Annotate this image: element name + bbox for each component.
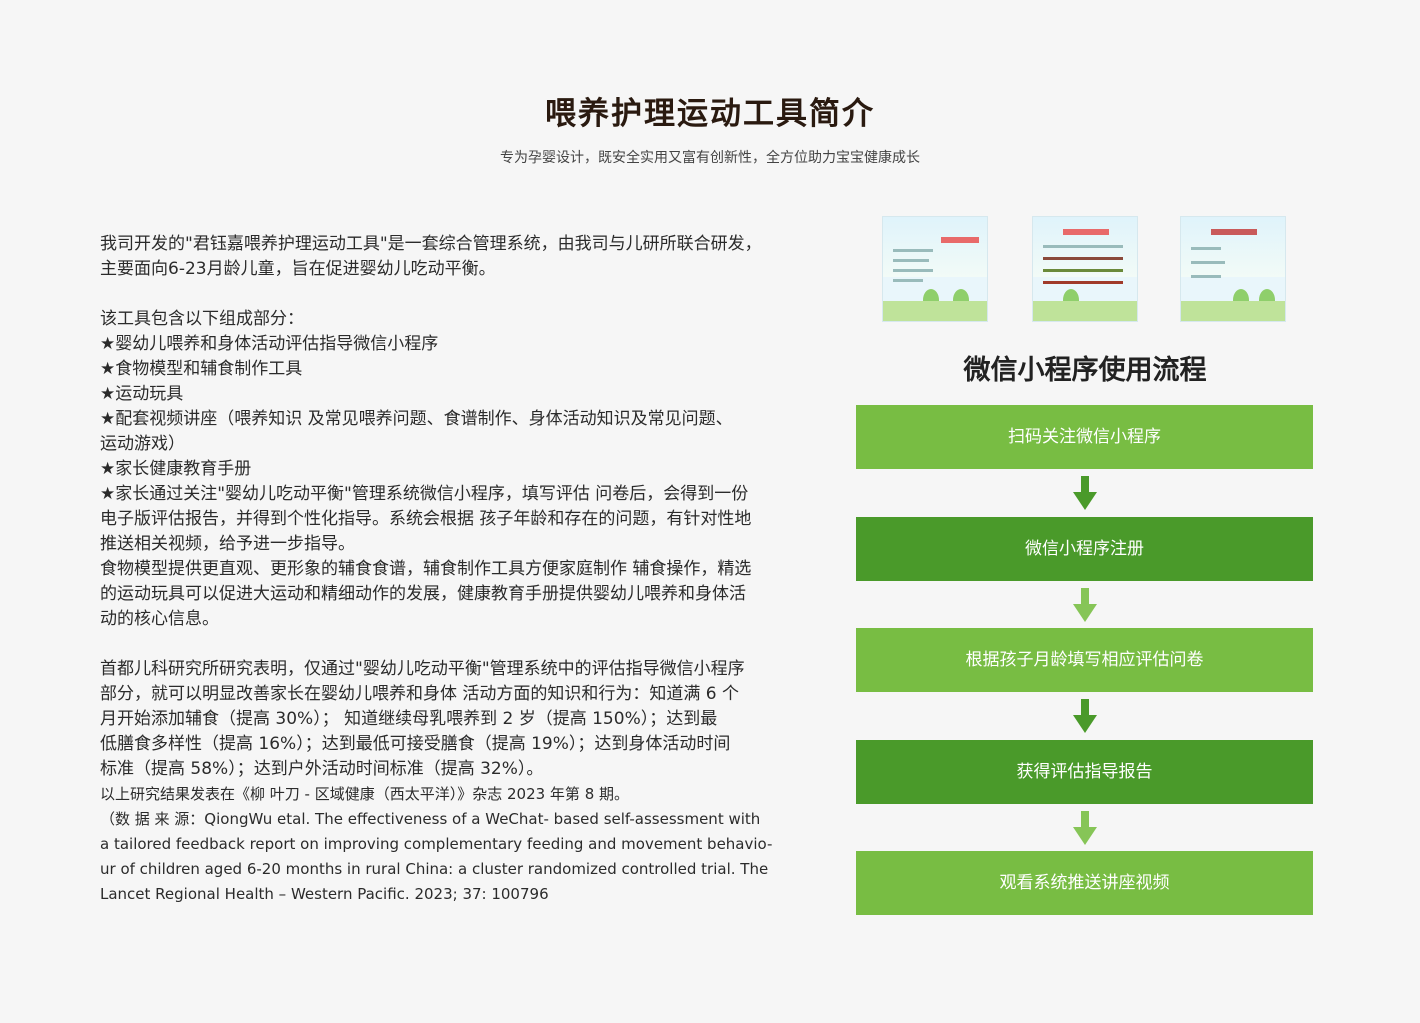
arrow-down-icon	[1073, 699, 1097, 733]
thumbnail-image	[1180, 216, 1286, 322]
intro-line: 我司开发的"君钰嘉喂养护理运动工具"是一套综合管理系统，由我司与儿研所联合研发，	[100, 234, 762, 254]
source-line: Lancet Regional Health – Western Pacific…	[100, 885, 549, 903]
component-item: ★配套视频讲座（喂养知识 及常见喂养问题、食谱制作、身体活动知识及常见问题、	[100, 409, 733, 429]
intro-line: 的运动玩具可以促进大运动和精细动作的发展，健康教育手册提供婴幼儿喂养和身体活	[100, 584, 746, 604]
research-line: 低膳食多样性（提高 16%）；达到最低可接受膳食（提高 19%）；达到身体活动时…	[100, 734, 731, 754]
component-item: ★婴幼儿喂养和身体活动评估指导微信小程序	[100, 334, 439, 354]
page-subtitle: 专为孕婴设计，既安全实用又富有创新性，全方位助力宝宝健康成长	[500, 150, 920, 166]
arrow-down-icon	[1073, 476, 1097, 510]
arrow-down-icon	[1073, 588, 1097, 622]
arrow-down-icon	[1073, 811, 1097, 845]
flow-step-scan: 扫码关注微信小程序	[856, 405, 1313, 469]
intro-line: 动的核心信息。	[100, 609, 219, 629]
intro-line: 食物模型提供更直观、更形象的辅食食谱，辅食制作工具方便家庭制作 辅食操作，精选	[100, 559, 752, 579]
screenshot-thumbnails	[882, 216, 1286, 322]
component-item: 推送相关视频，给予进一步指导。	[100, 534, 355, 554]
component-item: ★家长健康教育手册	[100, 459, 252, 479]
thumbnail-image	[882, 216, 988, 322]
flow-step-register: 微信小程序注册	[856, 517, 1313, 581]
research-line: 月开始添加辅食（提高 30%）； 知道继续母乳喂养到 2 岁（提高 150%）；…	[100, 709, 718, 729]
flow-step-videos: 观看系统推送讲座视频	[856, 851, 1313, 915]
component-item: 运动游戏）	[100, 434, 185, 454]
source-line: a tailored feedback report on improving …	[100, 835, 773, 853]
component-item: ★食物模型和辅食制作工具	[100, 359, 303, 379]
component-item: ★运动玩具	[100, 384, 184, 404]
research-line: 部分，就可以明显改善家长在婴幼儿喂养和身体 活动方面的知识和行为：知道满 6 个	[100, 684, 740, 704]
flow-title: 微信小程序使用流程	[963, 355, 1207, 386]
research-line: 首都儿科研究所研究表明，仅通过"婴幼儿吃动平衡"管理系统中的评估指导微信小程序	[100, 659, 745, 679]
source-line: （数 据 来 源：QiongWu etal. The effectiveness…	[100, 810, 761, 828]
thumbnail-image	[1032, 216, 1138, 322]
page-title: 喂养护理运动工具简介	[545, 96, 875, 132]
intro-text: 我司开发的"君钰嘉喂养护理运动工具"是一套综合管理系统，由我司与儿研所联合研发，…	[100, 232, 840, 907]
publication-note: 以上研究结果发表在《柳 叶刀 - 区域健康（西太平洋）》杂志 2023 年第 8…	[100, 785, 630, 803]
components-heading: 该工具包含以下组成部分：	[100, 309, 304, 329]
component-item: ★家长通过关注"婴幼儿吃动平衡"管理系统微信小程序，填写评估 问卷后，会得到一份	[100, 484, 749, 504]
research-line: 标准（提高 58%）；达到户外活动时间标准（提高 32%）。	[100, 759, 544, 779]
flow-step-report: 获得评估指导报告	[856, 740, 1313, 804]
source-line: ur of children aged 6-20 months in rural…	[100, 860, 769, 878]
intro-line: 主要面向6-23月龄儿童，旨在促进婴幼儿吃动平衡。	[100, 259, 496, 279]
flow-step-questionnaire: 根据孩子月龄填写相应评估问卷	[856, 628, 1313, 692]
component-item: 电子版评估报告，并得到个性化指导。系统会根据 孩子年龄和存在的问题，有针对性地	[100, 509, 752, 529]
